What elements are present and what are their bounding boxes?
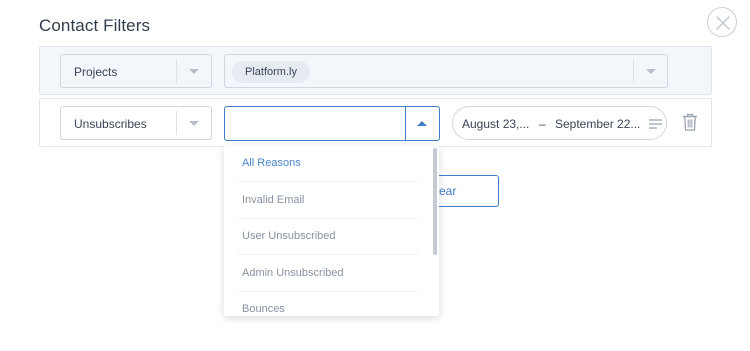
select-divider bbox=[176, 59, 177, 83]
chevron-down-icon bbox=[189, 69, 199, 74]
field-select-label: Unsubscribes bbox=[74, 117, 147, 131]
date-to: September 22... bbox=[555, 117, 641, 131]
date-from: August 23,... bbox=[462, 117, 530, 131]
chevron-up-icon[interactable] bbox=[417, 121, 427, 126]
dropdown-option-label: Admin Unsubscribed bbox=[242, 267, 344, 279]
dropdown-option-label: Invalid Email bbox=[242, 194, 305, 206]
trash-icon[interactable] bbox=[682, 113, 698, 131]
modal-title: Contact Filters bbox=[39, 16, 151, 35]
select-divider bbox=[176, 111, 177, 135]
filter-row-projects: Projects Platform.ly bbox=[39, 46, 712, 95]
chevron-down-icon bbox=[189, 121, 199, 126]
dropdown-option-bounces[interactable]: Bounces bbox=[238, 292, 418, 316]
field-select-unsubscribes[interactable]: Unsubscribes bbox=[60, 106, 212, 140]
lines-icon[interactable] bbox=[649, 119, 662, 129]
reason-dropdown-menu: All Reasons Invalid Email User Unsubscri… bbox=[224, 146, 439, 316]
reason-select-input[interactable] bbox=[224, 106, 440, 141]
field-select-label: Projects bbox=[74, 65, 118, 79]
dropdown-option-admin-unsubscribed[interactable]: Admin Unsubscribed bbox=[238, 256, 418, 292]
date-range-picker[interactable]: August 23,... – September 22... bbox=[452, 106, 667, 140]
project-multiselect[interactable]: Platform.ly bbox=[224, 54, 668, 88]
contact-filters-modal: Contact Filters Projects Platform.ly Uns… bbox=[0, 0, 750, 351]
dropdown-option-label: Bounces bbox=[242, 303, 285, 315]
close-button[interactable] bbox=[707, 7, 737, 37]
close-icon bbox=[716, 16, 730, 30]
select-divider bbox=[405, 107, 406, 140]
dropdown-option-user-unsubscribed[interactable]: User Unsubscribed bbox=[238, 219, 418, 255]
dropdown-option-label: User Unsubscribed bbox=[242, 230, 336, 242]
dropdown-scrollbar[interactable] bbox=[433, 148, 437, 255]
dropdown-option-invalid-email[interactable]: Invalid Email bbox=[238, 183, 418, 219]
dropdown-option-label: All Reasons bbox=[242, 157, 301, 169]
chevron-down-icon bbox=[646, 69, 656, 74]
select-divider bbox=[633, 59, 634, 83]
project-chip[interactable]: Platform.ly bbox=[232, 61, 310, 83]
field-select-projects[interactable]: Projects bbox=[60, 54, 212, 88]
project-chip-label: Platform.ly bbox=[245, 66, 297, 78]
date-separator: – bbox=[539, 117, 546, 131]
dropdown-option-all-reasons[interactable]: All Reasons bbox=[238, 146, 418, 182]
clear-button-label: ear bbox=[439, 184, 457, 198]
